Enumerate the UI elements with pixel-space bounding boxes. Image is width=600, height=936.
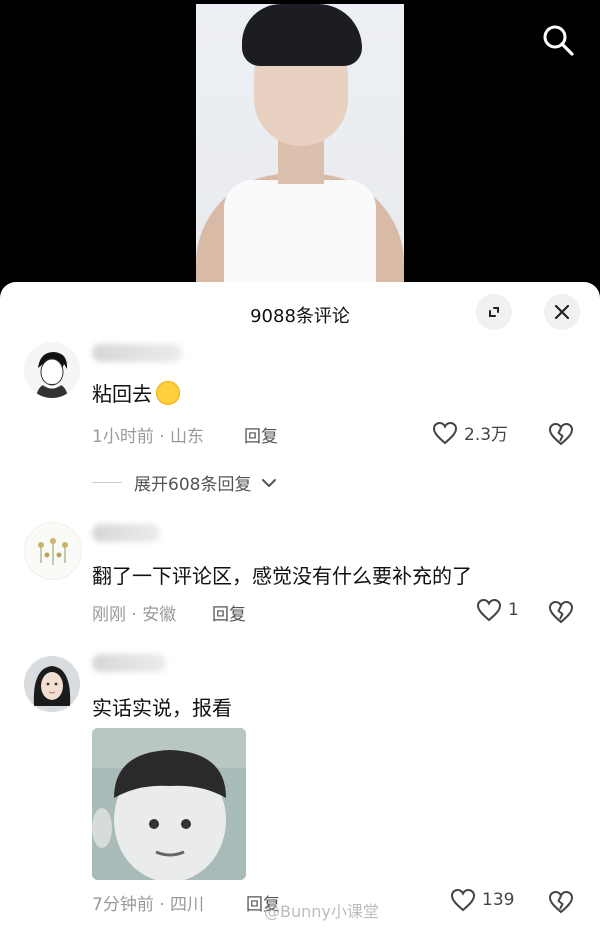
expand-replies-label: 展开608条回复 — [134, 475, 252, 495]
comments-sheet: 9088条评论 粘回去 1小时前 · 山东 回复 2.3万 展开608条回复 翻… — [0, 282, 600, 936]
avatar[interactable] — [24, 656, 80, 712]
avatar[interactable] — [24, 522, 82, 580]
expand-replies-button[interactable]: 展开608条回复 — [92, 470, 277, 495]
video-area[interactable] — [0, 0, 600, 300]
chevron-down-icon — [262, 478, 277, 487]
dislike-button[interactable] — [548, 600, 574, 624]
avatar[interactable] — [24, 342, 80, 398]
broken-heart-icon — [548, 422, 574, 446]
username-blurred[interactable] — [92, 344, 182, 362]
comment-text: 实话实说，报看 — [92, 696, 232, 720]
broken-heart-icon — [548, 600, 574, 624]
expand-icon — [489, 307, 499, 317]
comment-meta: 1小时前 · 山东 — [92, 427, 205, 447]
comment-text: 翻了一下评论区，感觉没有什么要补充的了 — [92, 564, 472, 588]
broken-heart-icon — [548, 890, 574, 914]
username-blurred[interactable] — [92, 654, 166, 672]
dislike-button[interactable] — [548, 422, 574, 446]
username-blurred[interactable] — [92, 524, 160, 542]
reply-button[interactable]: 回复 — [212, 600, 246, 625]
like-button[interactable]: 139 — [450, 888, 514, 912]
heart-icon — [476, 598, 502, 622]
dislike-button[interactable] — [548, 890, 574, 914]
comment-image[interactable] — [92, 728, 246, 880]
heart-icon — [450, 888, 476, 912]
heart-icon — [432, 421, 458, 444]
like-count: 1 — [508, 600, 519, 620]
grin-emoji-icon — [156, 381, 180, 405]
search-icon[interactable] — [540, 22, 576, 58]
comment-meta: 7分钟前 · 四川 — [92, 895, 205, 915]
like-button[interactable]: 2.3万 — [432, 420, 508, 445]
watermark: @Bunny小课堂 — [264, 902, 379, 921]
comment-meta: 刚刚 · 安徽 — [92, 605, 177, 625]
comment-text: 粘回去 — [92, 378, 180, 407]
like-count: 139 — [482, 890, 515, 910]
like-button[interactable]: 1 — [476, 598, 519, 622]
close-icon — [554, 304, 570, 320]
close-button[interactable] — [544, 294, 580, 330]
video-thumbnail[interactable] — [196, 4, 404, 294]
reply-button[interactable]: 回复 — [244, 422, 278, 447]
divider — [92, 482, 122, 483]
expand-button[interactable] — [476, 294, 512, 330]
like-count: 2.3万 — [464, 425, 509, 445]
